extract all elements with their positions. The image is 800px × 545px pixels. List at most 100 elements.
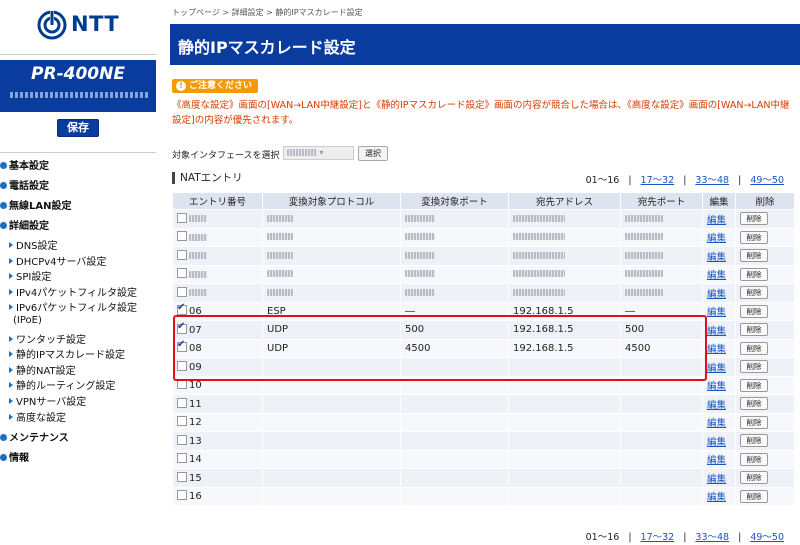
cell-dest-port: 4500 <box>620 338 703 358</box>
cell-dest-port: ― <box>620 301 703 321</box>
redacted-text <box>625 233 663 241</box>
nav-item-1[interactable]: 電話設定 <box>0 177 49 192</box>
cell-edit: 編集 <box>702 449 736 469</box>
nav-sub-item-6[interactable]: ワンタッチ設定 <box>9 331 86 346</box>
row-checkbox[interactable] <box>177 249 187 260</box>
nav-sub-item-9[interactable]: 静的ルーティング設定 <box>9 377 115 392</box>
delete-button[interactable]: 削除 <box>740 378 768 392</box>
edit-link[interactable]: 編集 <box>707 233 726 244</box>
edit-link[interactable]: 編集 <box>707 363 726 374</box>
delete-button[interactable]: 削除 <box>740 434 768 448</box>
cell-entry-no <box>172 209 263 229</box>
row-checkbox[interactable] <box>177 303 187 316</box>
row-checkbox[interactable] <box>177 490 187 501</box>
edit-link[interactable]: 編集 <box>707 326 726 337</box>
nav-bottom-item-1[interactable]: 情報 <box>0 449 29 464</box>
cell-dest-port <box>620 209 703 229</box>
row-checkbox[interactable] <box>177 360 187 371</box>
edit-link[interactable]: 編集 <box>707 437 726 448</box>
nav-item-2[interactable]: 無線LAN設定 <box>0 197 71 212</box>
delete-button[interactable]: 削除 <box>740 230 768 244</box>
edit-link[interactable]: 編集 <box>707 455 726 466</box>
cell-protocol <box>262 412 401 432</box>
nav-sub-item-4[interactable]: IPv6パケットフィルタ設定 <box>9 299 137 314</box>
delete-button[interactable]: 削除 <box>740 249 768 263</box>
delete-button[interactable]: 削除 <box>740 212 768 226</box>
row-checkbox[interactable] <box>177 286 187 297</box>
pager-link-17-32[interactable]: 17〜32 <box>641 532 675 543</box>
nav-item-0[interactable]: 基本設定 <box>0 157 49 172</box>
row-checkbox[interactable] <box>177 231 187 242</box>
row-checkbox[interactable] <box>177 434 187 445</box>
edit-link[interactable]: 編集 <box>707 307 726 318</box>
row-checkbox[interactable] <box>177 340 187 353</box>
nav-item-3[interactable]: 詳細設定 <box>0 217 49 232</box>
row-checkbox[interactable] <box>177 453 187 464</box>
edit-link[interactable]: 編集 <box>707 418 726 429</box>
delete-button[interactable]: 削除 <box>740 323 768 337</box>
delete-button[interactable]: 削除 <box>740 471 768 485</box>
redacted-text <box>405 288 435 296</box>
nav-sub-item-5[interactable]: (IPoE) <box>13 315 42 326</box>
pager-link-17-32[interactable]: 17〜32 <box>641 175 675 186</box>
delete-button[interactable]: 削除 <box>740 360 768 374</box>
delete-button[interactable]: 削除 <box>740 415 768 429</box>
delete-button[interactable]: 削除 <box>740 452 768 466</box>
cell-port <box>400 264 509 284</box>
row-checkbox[interactable] <box>177 379 187 390</box>
edit-link[interactable]: 編集 <box>707 252 726 263</box>
interface-select[interactable]: ▾ <box>283 146 354 160</box>
edit-link[interactable]: 編集 <box>707 289 726 300</box>
edit-link[interactable]: 編集 <box>707 400 726 411</box>
cell-delete: 削除 <box>735 412 795 432</box>
model-subtitle-blurred <box>10 92 150 98</box>
delete-button[interactable]: 削除 <box>740 304 768 318</box>
triangle-icon <box>9 242 13 248</box>
nav-sub-item-0[interactable]: DNS設定 <box>9 237 58 252</box>
pager-link-49-50[interactable]: 49〜50 <box>750 175 784 186</box>
cell-address <box>508 264 621 284</box>
edit-link[interactable]: 編集 <box>707 474 726 485</box>
nav-sub-item-8[interactable]: 静的NAT設定 <box>9 362 76 377</box>
nav-sub-item-3[interactable]: IPv4パケットフィルタ設定 <box>9 284 137 299</box>
edit-link[interactable]: 編集 <box>707 215 726 226</box>
delete-button[interactable]: 削除 <box>740 341 768 355</box>
cell-delete: 削除 <box>735 338 795 358</box>
row-checkbox[interactable] <box>177 471 187 482</box>
nav-bottom-item-0[interactable]: メンテナンス <box>0 429 69 444</box>
warning-text: 《高度な設定》画面の[WAN→LAN中継設定]と《静的IPマスカレード設定》画面… <box>172 100 790 126</box>
model-banner: PR-400NE <box>0 60 156 112</box>
row-checkbox[interactable] <box>177 268 187 279</box>
redacted-text <box>267 233 293 241</box>
select-button[interactable]: 選択 <box>358 146 388 161</box>
pager-link-33-48[interactable]: 33〜48 <box>695 175 729 186</box>
row-checkbox[interactable] <box>177 397 187 408</box>
cell-edit: 編集 <box>702 431 736 451</box>
cell-delete: 削除 <box>735 301 795 321</box>
pager-link-33-48[interactable]: 33〜48 <box>695 532 729 543</box>
pager-link-49-50[interactable]: 49〜50 <box>750 532 784 543</box>
row-checkbox[interactable] <box>177 321 187 334</box>
nav-sub-item-1[interactable]: DHCPv4サーバ設定 <box>9 253 106 268</box>
edit-link[interactable]: 編集 <box>707 381 726 392</box>
edit-link[interactable]: 編集 <box>707 492 726 503</box>
delete-button[interactable]: 削除 <box>740 397 768 411</box>
nav-sub-item-2[interactable]: SPI設定 <box>9 268 51 283</box>
cell-entry-no: 08 <box>172 338 263 358</box>
row-checkbox[interactable] <box>177 416 187 427</box>
header-dest-port: 宛先ポート <box>620 192 703 210</box>
row-checkbox[interactable] <box>177 212 187 223</box>
edit-link[interactable]: 編集 <box>707 270 726 281</box>
delete-button[interactable]: 削除 <box>740 267 768 281</box>
delete-button[interactable]: 削除 <box>740 489 768 503</box>
delete-button[interactable]: 削除 <box>740 286 768 300</box>
header-edit: 編集 <box>702 192 736 210</box>
cell-delete: 削除 <box>735 246 795 266</box>
save-button[interactable]: 保存 <box>57 119 99 137</box>
cell-delete: 削除 <box>735 486 795 506</box>
nav-sub-item-11[interactable]: 高度な設定 <box>9 409 66 424</box>
nav-sub-item-7[interactable]: 静的IPマスカレード設定 <box>9 346 125 361</box>
nav-sub-item-10[interactable]: VPNサーバ設定 <box>9 393 86 408</box>
edit-link[interactable]: 編集 <box>707 344 726 355</box>
cell-dest-port <box>620 431 703 451</box>
